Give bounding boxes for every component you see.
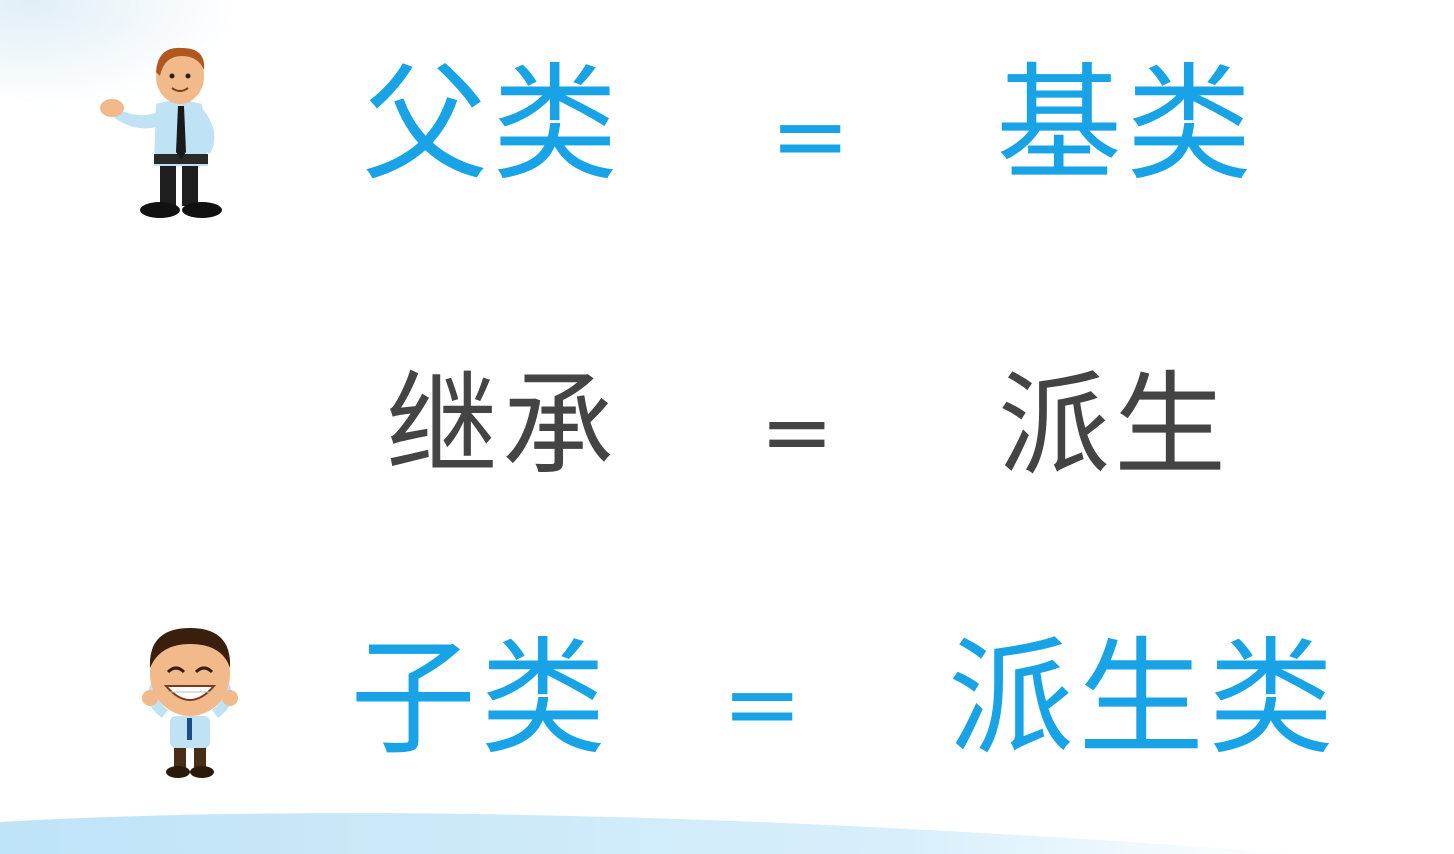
term-child-class: 子类 bbox=[350, 625, 610, 772]
equals-sign-bottom: = bbox=[722, 648, 803, 760]
term-derive: 派生 bbox=[998, 361, 1230, 491]
equals-sign-middle: = bbox=[760, 380, 834, 483]
bottom-wave-decoration bbox=[0, 813, 1300, 854]
term-derived-class: 派生类 bbox=[948, 625, 1338, 772]
term-base-class: 基类 bbox=[996, 51, 1256, 198]
smiling-boy-figure-icon bbox=[142, 628, 238, 778]
term-parent-class: 父类 bbox=[362, 51, 622, 198]
term-inheritance: 继承 bbox=[386, 361, 618, 491]
equals-sign-top: = bbox=[770, 80, 851, 192]
businessman-figure-icon bbox=[100, 47, 222, 218]
slide: 父类 = 基类 继承 = 派生 子类 = 派生类 bbox=[0, 0, 1454, 854]
